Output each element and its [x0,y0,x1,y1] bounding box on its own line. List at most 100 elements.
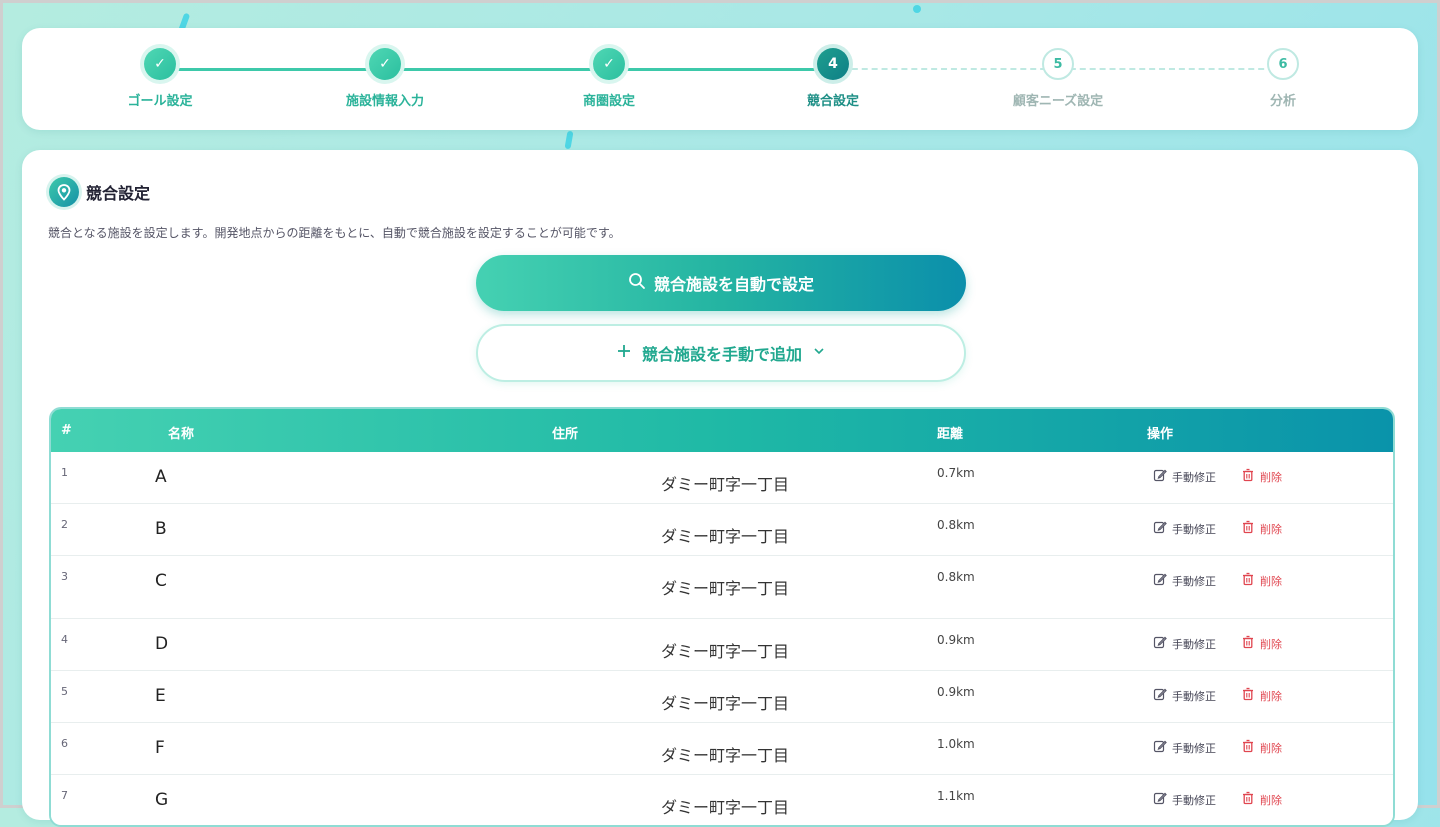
row-number: 7 [61,789,68,802]
edit-button[interactable]: 手動修正 [1153,791,1216,808]
edit-label: 手動修正 [1172,522,1216,536]
edit-icon [1153,572,1167,589]
row-number: 1 [61,466,68,479]
trash-icon [1241,572,1255,589]
row-number: 3 [61,570,68,583]
facility-name: C [155,571,167,591]
table-row: 4 D ダミー町字一丁目 0.9km 手動修正 削除 [51,619,1393,671]
table-row: 6 F ダミー町字一丁目 1.0km 手動修正 削除 [51,723,1393,775]
step-label: 分析 [1269,94,1296,109]
delete-label: 削除 [1260,793,1282,807]
facility-name: G [155,790,169,810]
competitor-settings-card: 競合設定 競合となる施設を設定します。開発地点からの距離をもとに、自動で競合施設… [22,150,1418,827]
stepper-track-done [160,68,832,71]
edit-label: 手動修正 [1172,793,1216,807]
table-row: 5 E ダミー町字一丁目 0.9km 手動修正 削除 [51,671,1393,723]
check-icon: ✓ [369,48,401,80]
delete-label: 削除 [1260,689,1282,703]
delete-button[interactable]: 削除 [1241,687,1282,704]
table-row: 7 G ダミー町字一丁目 1.1km 手動修正 削除 [51,775,1393,825]
edit-label: 手動修正 [1172,574,1216,588]
edit-button[interactable]: 手動修正 [1153,687,1216,704]
edit-button[interactable]: 手動修正 [1153,635,1216,652]
facility-distance: 0.8km [937,570,975,584]
table-row: 1 A ダミー町字一丁目 0.7km 手動修正 削除 [51,452,1393,504]
delete-button[interactable]: 削除 [1241,791,1282,808]
facility-name: A [155,467,167,487]
facility-address: ダミー町字一丁目 [661,746,790,765]
facility-distance: 0.9km [937,685,975,699]
background-decoration [913,5,921,13]
edit-icon [1153,635,1167,652]
step-facility-info[interactable]: ✓ 施設情報入力 [305,48,465,109]
facility-name: E [155,686,166,706]
section-title: 競合設定 [86,184,151,203]
delete-label: 削除 [1260,741,1282,755]
edit-icon [1153,739,1167,756]
delete-button[interactable]: 削除 [1241,468,1282,485]
trash-icon [1241,687,1255,704]
facility-address: ダミー町字一丁目 [661,475,790,494]
step-analysis[interactable]: 6 分析 [1203,48,1363,109]
chevron-down-icon [812,344,826,363]
manual-add-label: 競合施設を手動で追加 [641,347,802,364]
table-row: 2 B ダミー町字一丁目 0.8km 手動修正 削除 [51,504,1393,556]
facility-address: ダミー町字一丁目 [661,642,790,661]
step-label: 競合設定 [806,94,859,109]
step-competitor[interactable]: 4 競合設定 [753,48,913,109]
header-distance: 距離 [937,427,964,442]
trash-icon [1241,791,1255,808]
auto-set-label: 競合施設を自動で設定 [653,277,814,294]
facility-address: ダミー町字一丁目 [661,694,790,713]
header-name: 名称 [168,427,195,442]
location-pin-icon [49,177,79,207]
step-label: 商圏設定 [582,94,635,109]
facility-address: ダミー町字一丁目 [661,527,790,546]
competitor-table: # 名称 住所 距離 操作 1 A ダミー町字一丁目 0.7km 手動修正 削除 2 B ダミー… [49,407,1395,827]
delete-button[interactable]: 削除 [1241,635,1282,652]
row-number: 4 [61,633,68,646]
step-number: 6 [1267,48,1299,80]
row-number: 6 [61,737,68,750]
add-competitor-manually-button[interactable]: 競合施設を手動で追加 [476,324,966,382]
facility-name: F [155,738,165,758]
edit-label: 手動修正 [1172,741,1216,755]
delete-label: 削除 [1260,574,1282,588]
facility-distance: 0.8km [937,518,975,532]
row-number: 5 [61,685,68,698]
auto-set-competitors-button[interactable]: 競合施設を自動で設定 [476,255,966,311]
facility-distance: 1.1km [937,789,975,803]
step-goal[interactable]: ✓ ゴール設定 [80,48,240,109]
edit-button[interactable]: 手動修正 [1153,520,1216,537]
edit-icon [1153,687,1167,704]
edit-label: 手動修正 [1172,637,1216,651]
facility-address: ダミー町字一丁目 [661,798,790,817]
facility-distance: 1.0km [937,737,975,751]
edit-label: 手動修正 [1172,689,1216,703]
plus-icon [616,343,632,364]
edit-icon [1153,468,1167,485]
step-number: 5 [1042,48,1074,80]
step-trade-area[interactable]: ✓ 商圏設定 [529,48,689,109]
header-address: 住所 [552,427,579,442]
edit-button[interactable]: 手動修正 [1153,468,1216,485]
edit-button[interactable]: 手動修正 [1153,739,1216,756]
search-icon [628,272,646,295]
step-label: 施設情報入力 [345,94,424,109]
check-icon: ✓ [593,48,625,80]
delete-button[interactable]: 削除 [1241,739,1282,756]
background-decoration [564,130,574,150]
step-number: 4 [817,48,849,80]
edit-icon [1153,520,1167,537]
delete-label: 削除 [1260,637,1282,651]
step-customer-needs[interactable]: 5 顧客ニーズ設定 [978,48,1138,109]
step-label: 顧客ニーズ設定 [1012,94,1104,109]
trash-icon [1241,635,1255,652]
edit-button[interactable]: 手動修正 [1153,572,1216,589]
table-header: # 名称 住所 距離 操作 [51,409,1393,452]
delete-button[interactable]: 削除 [1241,572,1282,589]
edit-icon [1153,791,1167,808]
delete-button[interactable]: 削除 [1241,520,1282,537]
trash-icon [1241,468,1255,485]
facility-name: D [155,634,169,654]
